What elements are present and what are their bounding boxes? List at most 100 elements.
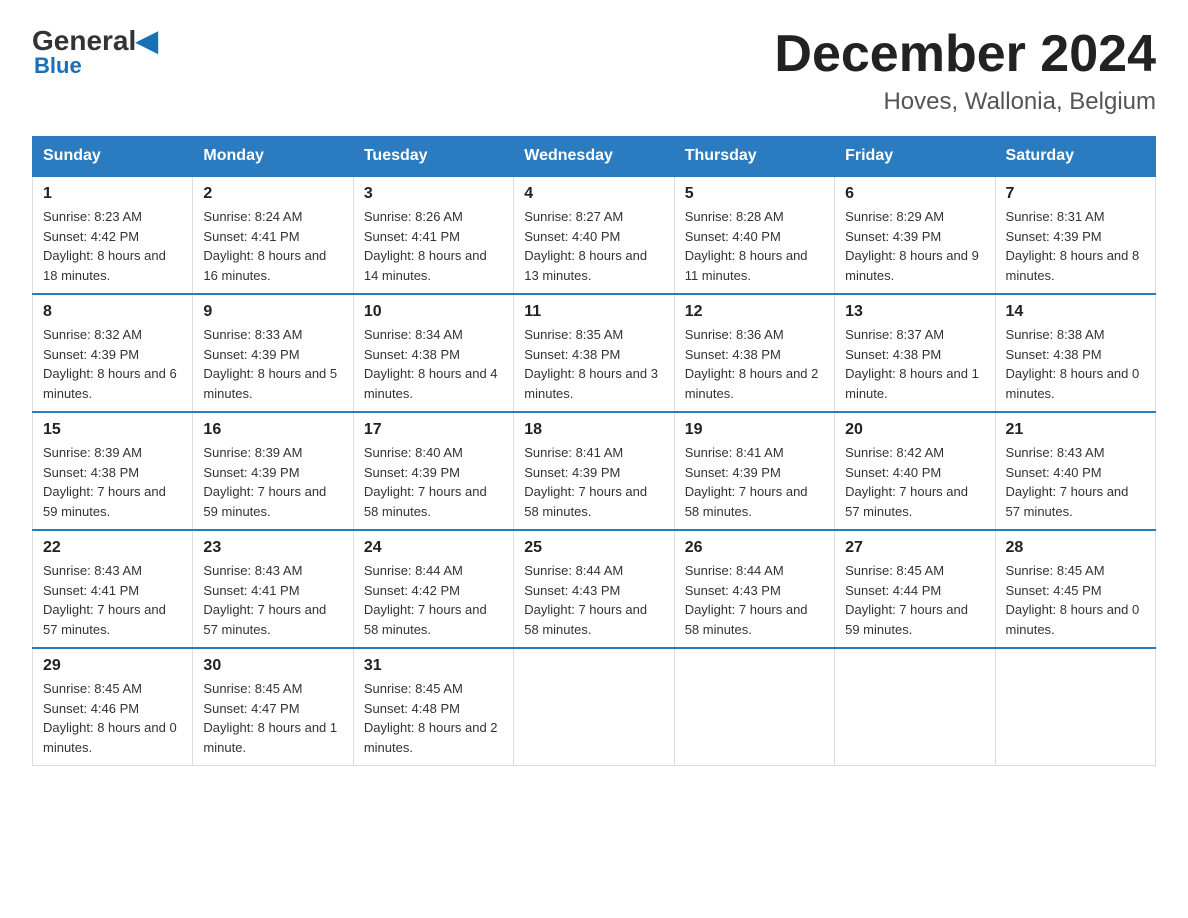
table-row: 4 Sunrise: 8:27 AMSunset: 4:40 PMDayligh…	[514, 176, 674, 294]
day-number: 8	[43, 303, 182, 321]
day-number: 17	[364, 421, 503, 439]
day-number: 9	[203, 303, 342, 321]
day-info: Sunrise: 8:41 AMSunset: 4:39 PMDaylight:…	[685, 445, 808, 519]
table-row: 27 Sunrise: 8:45 AMSunset: 4:44 PMDaylig…	[835, 530, 995, 648]
col-wednesday: Wednesday	[514, 137, 674, 177]
calendar-week-row: 1 Sunrise: 8:23 AMSunset: 4:42 PMDayligh…	[33, 176, 1156, 294]
day-info: Sunrise: 8:43 AMSunset: 4:41 PMDaylight:…	[43, 563, 166, 637]
table-row: 12 Sunrise: 8:36 AMSunset: 4:38 PMDaylig…	[674, 294, 834, 412]
day-info: Sunrise: 8:27 AMSunset: 4:40 PMDaylight:…	[524, 209, 647, 283]
table-row: 10 Sunrise: 8:34 AMSunset: 4:38 PMDaylig…	[353, 294, 513, 412]
table-row: 3 Sunrise: 8:26 AMSunset: 4:41 PMDayligh…	[353, 176, 513, 294]
day-info: Sunrise: 8:31 AMSunset: 4:39 PMDaylight:…	[1006, 209, 1140, 283]
table-row: 7 Sunrise: 8:31 AMSunset: 4:39 PMDayligh…	[995, 176, 1155, 294]
logo-blue-label: Blue	[32, 53, 158, 79]
day-number: 24	[364, 539, 503, 557]
table-row: 5 Sunrise: 8:28 AMSunset: 4:40 PMDayligh…	[674, 176, 834, 294]
table-row: 9 Sunrise: 8:33 AMSunset: 4:39 PMDayligh…	[193, 294, 353, 412]
day-number: 23	[203, 539, 342, 557]
table-row: 31 Sunrise: 8:45 AMSunset: 4:48 PMDaylig…	[353, 648, 513, 766]
day-info: Sunrise: 8:41 AMSunset: 4:39 PMDaylight:…	[524, 445, 647, 519]
month-title: December 2024	[774, 24, 1156, 84]
day-number: 22	[43, 539, 182, 557]
day-number: 14	[1006, 303, 1145, 321]
day-info: Sunrise: 8:37 AMSunset: 4:38 PMDaylight:…	[845, 327, 979, 401]
table-row: 30 Sunrise: 8:45 AMSunset: 4:47 PMDaylig…	[193, 648, 353, 766]
table-row: 26 Sunrise: 8:44 AMSunset: 4:43 PMDaylig…	[674, 530, 834, 648]
table-row: 21 Sunrise: 8:43 AMSunset: 4:40 PMDaylig…	[995, 412, 1155, 530]
table-row: 1 Sunrise: 8:23 AMSunset: 4:42 PMDayligh…	[33, 176, 193, 294]
day-info: Sunrise: 8:24 AMSunset: 4:41 PMDaylight:…	[203, 209, 326, 283]
day-info: Sunrise: 8:38 AMSunset: 4:38 PMDaylight:…	[1006, 327, 1140, 401]
day-info: Sunrise: 8:45 AMSunset: 4:45 PMDaylight:…	[1006, 563, 1140, 637]
day-number: 26	[685, 539, 824, 557]
day-number: 27	[845, 539, 984, 557]
day-number: 11	[524, 303, 663, 321]
day-number: 1	[43, 185, 182, 203]
table-row: 28 Sunrise: 8:45 AMSunset: 4:45 PMDaylig…	[995, 530, 1155, 648]
day-number: 28	[1006, 539, 1145, 557]
day-number: 6	[845, 185, 984, 203]
day-number: 15	[43, 421, 182, 439]
day-info: Sunrise: 8:45 AMSunset: 4:48 PMDaylight:…	[364, 681, 498, 755]
table-row: 23 Sunrise: 8:43 AMSunset: 4:41 PMDaylig…	[193, 530, 353, 648]
table-row	[674, 648, 834, 766]
day-info: Sunrise: 8:42 AMSunset: 4:40 PMDaylight:…	[845, 445, 968, 519]
logo-general-text: General	[32, 25, 136, 57]
day-info: Sunrise: 8:40 AMSunset: 4:39 PMDaylight:…	[364, 445, 487, 519]
table-row: 6 Sunrise: 8:29 AMSunset: 4:39 PMDayligh…	[835, 176, 995, 294]
calendar-week-row: 22 Sunrise: 8:43 AMSunset: 4:41 PMDaylig…	[33, 530, 1156, 648]
table-row	[514, 648, 674, 766]
day-info: Sunrise: 8:43 AMSunset: 4:40 PMDaylight:…	[1006, 445, 1129, 519]
day-info: Sunrise: 8:45 AMSunset: 4:44 PMDaylight:…	[845, 563, 968, 637]
table-row: 16 Sunrise: 8:39 AMSunset: 4:39 PMDaylig…	[193, 412, 353, 530]
day-info: Sunrise: 8:44 AMSunset: 4:43 PMDaylight:…	[524, 563, 647, 637]
day-number: 5	[685, 185, 824, 203]
day-info: Sunrise: 8:44 AMSunset: 4:43 PMDaylight:…	[685, 563, 808, 637]
table-row: 20 Sunrise: 8:42 AMSunset: 4:40 PMDaylig…	[835, 412, 995, 530]
col-saturday: Saturday	[995, 137, 1155, 177]
calendar-table: Sunday Monday Tuesday Wednesday Thursday…	[32, 136, 1156, 766]
table-row: 18 Sunrise: 8:41 AMSunset: 4:39 PMDaylig…	[514, 412, 674, 530]
title-section: December 2024 Hoves, Wallonia, Belgium	[774, 24, 1156, 116]
calendar-week-row: 29 Sunrise: 8:45 AMSunset: 4:46 PMDaylig…	[33, 648, 1156, 766]
table-row: 13 Sunrise: 8:37 AMSunset: 4:38 PMDaylig…	[835, 294, 995, 412]
col-tuesday: Tuesday	[353, 137, 513, 177]
table-row: 19 Sunrise: 8:41 AMSunset: 4:39 PMDaylig…	[674, 412, 834, 530]
day-info: Sunrise: 8:45 AMSunset: 4:46 PMDaylight:…	[43, 681, 177, 755]
day-number: 29	[43, 657, 182, 675]
day-info: Sunrise: 8:43 AMSunset: 4:41 PMDaylight:…	[203, 563, 326, 637]
table-row: 22 Sunrise: 8:43 AMSunset: 4:41 PMDaylig…	[33, 530, 193, 648]
day-info: Sunrise: 8:23 AMSunset: 4:42 PMDaylight:…	[43, 209, 166, 283]
day-info: Sunrise: 8:45 AMSunset: 4:47 PMDaylight:…	[203, 681, 337, 755]
day-number: 16	[203, 421, 342, 439]
day-number: 31	[364, 657, 503, 675]
day-number: 19	[685, 421, 824, 439]
table-row: 25 Sunrise: 8:44 AMSunset: 4:43 PMDaylig…	[514, 530, 674, 648]
table-row: 14 Sunrise: 8:38 AMSunset: 4:38 PMDaylig…	[995, 294, 1155, 412]
day-number: 7	[1006, 185, 1145, 203]
day-number: 18	[524, 421, 663, 439]
calendar-week-row: 8 Sunrise: 8:32 AMSunset: 4:39 PMDayligh…	[33, 294, 1156, 412]
col-friday: Friday	[835, 137, 995, 177]
logo: General ◀ Blue	[32, 24, 158, 79]
day-info: Sunrise: 8:28 AMSunset: 4:40 PMDaylight:…	[685, 209, 808, 283]
table-row	[835, 648, 995, 766]
table-row: 11 Sunrise: 8:35 AMSunset: 4:38 PMDaylig…	[514, 294, 674, 412]
day-info: Sunrise: 8:44 AMSunset: 4:42 PMDaylight:…	[364, 563, 487, 637]
day-info: Sunrise: 8:26 AMSunset: 4:41 PMDaylight:…	[364, 209, 487, 283]
day-number: 25	[524, 539, 663, 557]
day-number: 12	[685, 303, 824, 321]
day-number: 4	[524, 185, 663, 203]
day-info: Sunrise: 8:29 AMSunset: 4:39 PMDaylight:…	[845, 209, 979, 283]
day-info: Sunrise: 8:36 AMSunset: 4:38 PMDaylight:…	[685, 327, 819, 401]
day-number: 3	[364, 185, 503, 203]
day-info: Sunrise: 8:34 AMSunset: 4:38 PMDaylight:…	[364, 327, 498, 401]
day-number: 20	[845, 421, 984, 439]
day-info: Sunrise: 8:39 AMSunset: 4:39 PMDaylight:…	[203, 445, 326, 519]
table-row: 29 Sunrise: 8:45 AMSunset: 4:46 PMDaylig…	[33, 648, 193, 766]
day-number: 30	[203, 657, 342, 675]
calendar-header-row: Sunday Monday Tuesday Wednesday Thursday…	[33, 137, 1156, 177]
table-row: 15 Sunrise: 8:39 AMSunset: 4:38 PMDaylig…	[33, 412, 193, 530]
day-info: Sunrise: 8:35 AMSunset: 4:38 PMDaylight:…	[524, 327, 658, 401]
